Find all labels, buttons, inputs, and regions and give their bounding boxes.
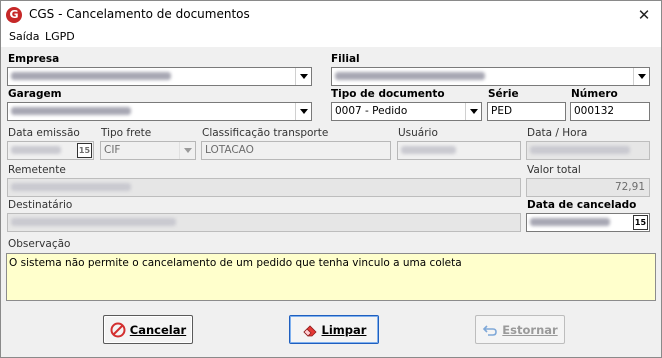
cancelar-button[interactable]: Cancelar (103, 315, 193, 344)
numero-label: Número (571, 88, 618, 100)
menu-item-saida[interactable]: Saída (9, 30, 40, 43)
limpar-label: Limpar (321, 322, 367, 337)
tipo-documento-label: Tipo de documento (331, 88, 445, 100)
estornar-button[interactable]: Estornar (475, 315, 565, 344)
classificacao-label: Classificação transporte (202, 127, 329, 139)
close-button[interactable]: ✕ (633, 4, 655, 26)
observacao-label: Observação (8, 238, 71, 250)
chevron-down-icon (470, 109, 478, 114)
data-cancelado-field[interactable]: 15 (526, 213, 650, 232)
tipo-documento-value: 0007 - Pedido (335, 105, 408, 117)
limpar-button[interactable]: Limpar (289, 315, 379, 344)
tipo-documento-select[interactable]: 0007 - Pedido (331, 102, 482, 121)
tipo-frete-label: Tipo frete (101, 127, 152, 139)
valor-total-field: 72,91 (526, 178, 650, 197)
numero-input[interactable]: 000132 (570, 102, 650, 121)
no-entry-icon (110, 322, 126, 338)
usuario-field (397, 141, 521, 160)
serie-input[interactable]: PED (487, 102, 566, 121)
destinatario-field (7, 213, 521, 232)
menu-item-lgpd[interactable]: LGPD (45, 30, 75, 43)
data-hora-field (526, 141, 650, 160)
empresa-select[interactable] (7, 67, 312, 86)
menu-bar: Saída LGPD (1, 29, 661, 47)
filial-label: Filial (331, 53, 360, 65)
tipo-frete-select: CIF (100, 141, 196, 160)
destinatario-label: Destinatário (8, 199, 73, 211)
window-title: CGS - Cancelamento de documentos (29, 7, 250, 21)
data-hora-label: Data / Hora (527, 127, 588, 139)
calendar-icon[interactable]: 15 (77, 143, 92, 158)
tipo-frete-value: CIF (104, 144, 121, 156)
data-emissao-field: 15 (7, 141, 94, 160)
remetente-field (7, 178, 521, 197)
app-logo-icon: G (6, 7, 22, 23)
tipo-frete-dropdown-button (179, 142, 195, 159)
remetente-label: Remetente (8, 164, 66, 176)
undo-arrow-icon (482, 322, 498, 338)
calendar-icon[interactable]: 15 (633, 215, 648, 230)
dialog-window: G CGS - Cancelamento de documentos ✕ Saí… (0, 0, 662, 358)
garagem-label: Garagem (8, 88, 62, 100)
garagem-select[interactable] (7, 102, 312, 121)
cancelar-label: Cancelar (129, 322, 187, 337)
chevron-down-icon (638, 74, 646, 79)
serie-label: Série (488, 88, 519, 100)
filial-dropdown-button[interactable] (633, 68, 649, 85)
data-cancelado-label: Data de cancelado (527, 199, 637, 211)
chevron-down-icon (300, 74, 308, 79)
form-panel: Empresa Filial Garagem Tipo de documento… (1, 47, 661, 357)
valor-total-label: Valor total (527, 164, 581, 176)
tipo-documento-dropdown-button[interactable] (465, 103, 481, 120)
chevron-down-icon (184, 148, 192, 153)
empresa-label: Empresa (8, 53, 60, 65)
data-emissao-label: Data emissão (8, 127, 80, 139)
garagem-dropdown-button[interactable] (295, 103, 311, 120)
classificacao-field: LOTACAO (201, 141, 391, 160)
estornar-label: Estornar (502, 322, 558, 337)
observacao-textarea[interactable]: O sistema não permite o cancelamento de … (6, 253, 656, 301)
usuario-label: Usuário (398, 127, 438, 139)
empresa-dropdown-button[interactable] (295, 68, 311, 85)
eraser-icon (302, 322, 318, 338)
chevron-down-icon (300, 109, 308, 114)
title-bar: G CGS - Cancelamento de documentos ✕ (1, 1, 661, 29)
filial-select[interactable] (331, 67, 650, 86)
